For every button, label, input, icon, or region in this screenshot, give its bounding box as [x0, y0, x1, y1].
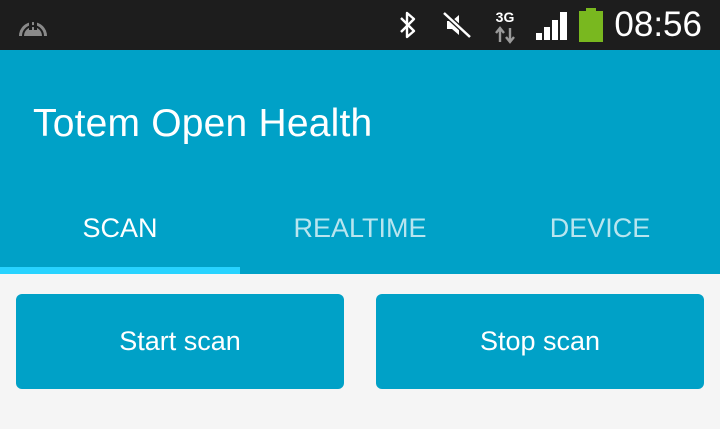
tab-bar: SCAN REALTIME DEVICE	[0, 192, 720, 274]
mute-icon	[440, 0, 474, 50]
scan-content: Start scan Stop scan	[0, 274, 720, 429]
signal-icon	[534, 0, 570, 50]
data-3g-icon: 3G	[490, 0, 520, 50]
bluetooth-icon	[396, 0, 420, 50]
battery-icon	[577, 0, 605, 50]
tab-label: REALTIME	[293, 212, 427, 243]
app-title: Totem Open Health	[33, 102, 373, 145]
clock: 08:56	[614, 5, 702, 44]
start-scan-button[interactable]: Start scan	[16, 294, 344, 389]
tab-scan[interactable]: SCAN	[0, 192, 240, 274]
status-bar: 3G 08:56	[0, 0, 720, 50]
network-type-label: 3G	[495, 9, 515, 25]
tab-realtime[interactable]: REALTIME	[240, 192, 480, 274]
tab-label: SCAN	[82, 212, 158, 243]
tab-label: DEVICE	[549, 212, 651, 243]
stop-scan-button[interactable]: Stop scan	[376, 294, 704, 389]
app-bar: Totem Open Health SCAN REALTIME DEVICE	[0, 50, 720, 274]
notification-icon	[14, 0, 52, 50]
tab-device[interactable]: DEVICE	[480, 192, 720, 274]
active-tab-indicator	[0, 267, 240, 274]
